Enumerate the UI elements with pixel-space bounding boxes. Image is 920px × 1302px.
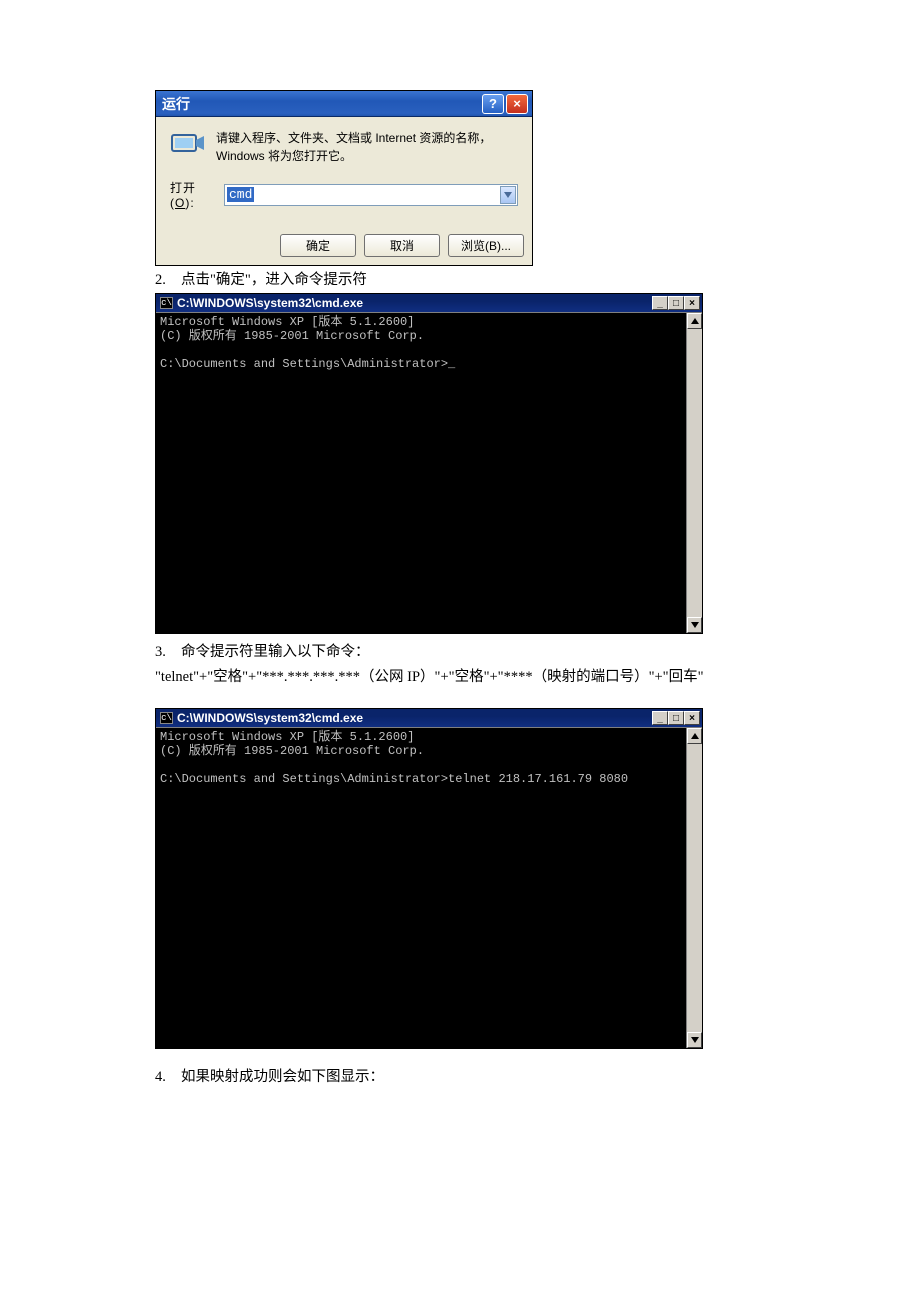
help-icon[interactable]: ? [482,94,504,114]
scroll-up-icon[interactable] [687,728,702,744]
cmd-terminal[interactable]: Microsoft Windows XP [版本 5.1.2600] (C) 版… [156,728,686,1048]
cmd-title: C:\WINDOWS\system32\cmd.exe [177,711,652,725]
step-4-text: 4.如果映射成功则会如下图显示： [155,1065,765,1086]
cmd-title: C:\WINDOWS\system32\cmd.exe [177,296,652,310]
open-label: 打开(O): [170,179,218,210]
run-dialog: 运行 ? × 请键入程序、文件夹、文档或 Internet 资源的名称，Wind… [155,90,533,266]
scrollbar[interactable] [686,313,702,633]
scrollbar[interactable] [686,728,702,1048]
maximize-icon[interactable]: □ [668,711,684,725]
cmd-titlebar: c\ C:\WINDOWS\system32\cmd.exe _ □ × [156,709,702,727]
run-dialog-icon [170,131,206,155]
cmd-window-1: c\ C:\WINDOWS\system32\cmd.exe _ □ × Mic… [155,293,703,634]
ok-button[interactable]: 确定 [280,234,356,257]
close-icon[interactable]: × [684,711,700,725]
cmd-icon: c\ [160,712,173,724]
close-icon[interactable]: × [684,296,700,310]
cmd-window-2: c\ C:\WINDOWS\system32\cmd.exe _ □ × Mic… [155,708,703,1049]
cancel-button[interactable]: 取消 [364,234,440,257]
maximize-icon[interactable]: □ [668,296,684,310]
run-titlebar: 运行 ? × [156,91,532,117]
run-dialog-description: 请键入程序、文件夹、文档或 Internet 资源的名称，Windows 将为您… [216,129,518,165]
run-command-input[interactable]: cmd [224,184,518,206]
run-dialog-title: 运行 [162,94,480,114]
step-2-text: 2.点击"确定"，进入命令提示符 [155,268,765,289]
cmd-titlebar: c\ C:\WINDOWS\system32\cmd.exe _ □ × [156,294,702,312]
step-3-text: 3.命令提示符里输入以下命令： [155,640,765,661]
chevron-down-icon[interactable] [500,186,516,204]
browse-button[interactable]: 浏览(B)... [448,234,524,257]
run-command-value: cmd [227,187,254,202]
minimize-icon[interactable]: _ [652,296,668,310]
minimize-icon[interactable]: _ [652,711,668,725]
step-3-command: "telnet"+"空格"+"***.***.***.***（公网 IP）"+"… [155,665,765,686]
scroll-up-icon[interactable] [687,313,702,329]
scroll-down-icon[interactable] [687,617,702,633]
close-icon[interactable]: × [506,94,528,114]
cmd-icon: c\ [160,297,173,309]
cmd-terminal[interactable]: Microsoft Windows XP [版本 5.1.2600] (C) 版… [156,313,686,633]
scroll-down-icon[interactable] [687,1032,702,1048]
